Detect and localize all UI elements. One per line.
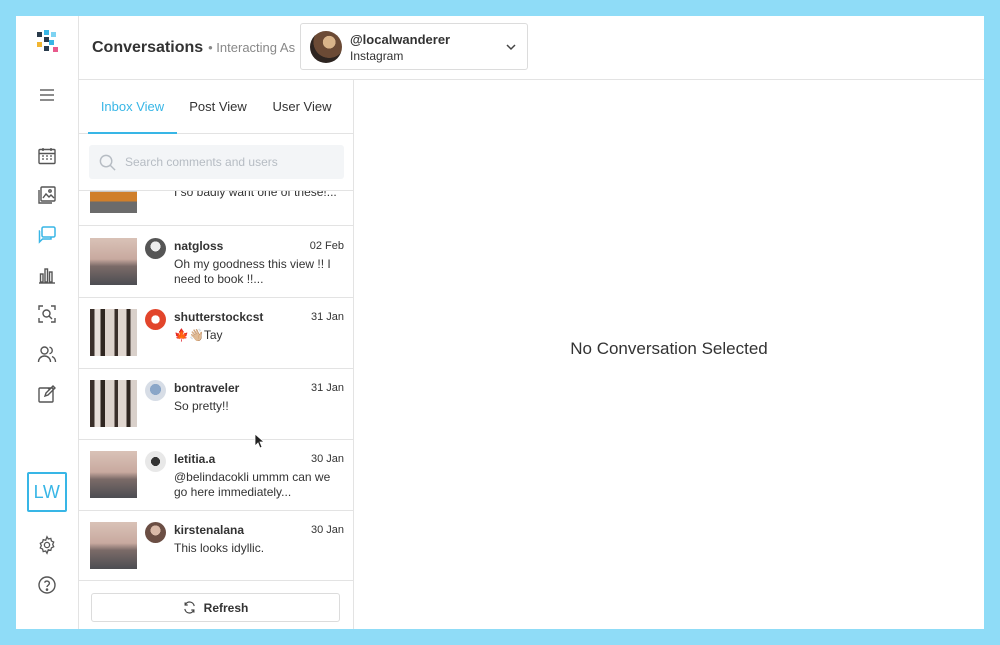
conversation-preview: I so badly want one of these!... [174, 190, 337, 199]
refresh-label: Refresh [203, 600, 249, 615]
conversation-list-panel: Inbox View Post View User View I so badl… [79, 80, 354, 629]
settings-icon[interactable] [35, 533, 59, 557]
commenter-avatar [145, 522, 166, 543]
conversation-item[interactable]: shutterstockcst 31 Jan 🍁👋🏼Tay [79, 298, 353, 369]
conversation-date: 31 Jan [310, 311, 344, 323]
chevron-down-icon [506, 44, 516, 51]
refresh-icon [183, 601, 195, 614]
conversation-list[interactable]: I so badly want one of these!... natglos… [79, 190, 353, 580]
conversation-preview: This looks idyllic. [174, 541, 265, 555]
commenter-username: shutterstockcst [174, 310, 264, 324]
menu-icon[interactable] [35, 83, 59, 107]
post-thumbnail [90, 309, 137, 356]
post-thumbnail [90, 451, 137, 498]
tab-post-view[interactable]: Post View [181, 80, 255, 134]
app-window: LW Conversations • Interacting As @local… [16, 16, 984, 629]
commenter-username: natgloss [174, 239, 224, 253]
conversation-date: 30 Jan [310, 453, 344, 465]
left-nav-rail: LW [16, 16, 79, 629]
conversation-preview: Oh my goodness this view !! I need to bo… [174, 257, 331, 286]
post-thumbnail [90, 191, 137, 213]
commenter-username: letitia.a [174, 452, 216, 466]
active-tab-indicator [88, 132, 177, 134]
conversation-item[interactable]: bontraveler 31 Jan So pretty!! [79, 369, 353, 440]
people-icon[interactable] [35, 342, 59, 366]
empty-state-message: No Conversation Selected [570, 339, 768, 358]
account-selector[interactable]: @localwanderer Instagram [300, 23, 528, 70]
commenter-avatar [145, 451, 166, 472]
search-box [89, 145, 344, 179]
commenter-username: kirstenalana [174, 523, 245, 537]
tab-user-view[interactable]: User View [265, 80, 339, 134]
commenter-username: bontraveler [174, 381, 240, 395]
post-thumbnail [90, 238, 137, 285]
search-icon [99, 154, 116, 171]
interacting-as-label: • Interacting As [208, 40, 296, 55]
view-tabs: Inbox View Post View User View [79, 80, 353, 134]
compose-icon[interactable] [35, 382, 59, 406]
conversation-preview: So pretty!! [174, 399, 229, 413]
analytics-icon[interactable] [35, 263, 59, 287]
calendar-icon[interactable] [35, 144, 59, 168]
account-handle: @localwanderer [350, 32, 451, 47]
page-header: Conversations • Interacting As @localwan… [79, 16, 984, 80]
conversation-item[interactable]: I so badly want one of these!... [79, 190, 353, 226]
mouse-cursor-icon [254, 433, 264, 449]
conversation-date: 02 Feb [309, 240, 344, 252]
conversation-item[interactable]: letitia.a 30 Jan @belindacokli ummm can … [79, 440, 353, 511]
account-network: Instagram [350, 49, 404, 63]
account-avatar [310, 31, 342, 63]
refresh-button[interactable]: Refresh [91, 593, 340, 622]
conversation-date: 30 Jan [310, 524, 344, 536]
discover-icon[interactable] [35, 302, 59, 326]
refresh-bar: Refresh [79, 580, 353, 629]
conversations-icon[interactable] [35, 223, 59, 247]
post-thumbnail [90, 380, 137, 427]
conversation-item[interactable]: natgloss 02 Feb Oh my goodness this view… [79, 227, 353, 298]
conversation-date: 31 Jan [310, 382, 344, 394]
conversation-preview: 🍁👋🏼Tay [174, 328, 223, 342]
post-thumbnail [90, 522, 137, 569]
page-title: Conversations [92, 38, 204, 56]
conversation-item[interactable]: kirstenalana 30 Jan This looks idyllic. [79, 511, 353, 580]
user-avatar[interactable]: LW [27, 472, 67, 512]
commenter-avatar [145, 309, 166, 330]
search-input[interactable] [125, 145, 335, 179]
tab-inbox-view[interactable]: Inbox View [88, 80, 177, 134]
help-icon[interactable] [35, 573, 59, 597]
conversation-detail-pane: No Conversation Selected [354, 80, 984, 629]
media-icon[interactable] [35, 183, 59, 207]
commenter-avatar [145, 380, 166, 401]
app-logo-icon[interactable] [33, 28, 61, 56]
conversation-preview: @belindacokli ummm can we go here immedi… [174, 470, 331, 499]
commenter-avatar [145, 238, 166, 259]
